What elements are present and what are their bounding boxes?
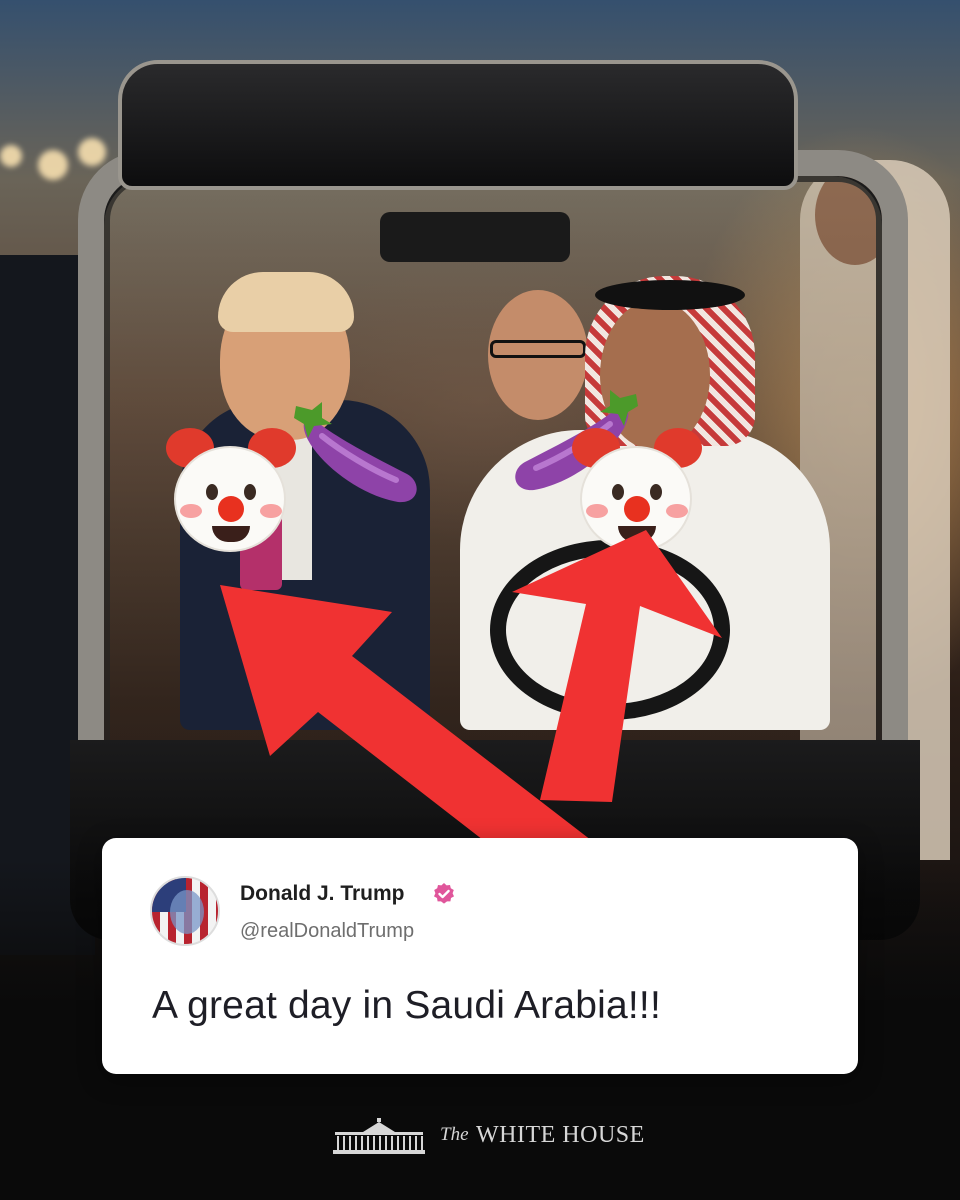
- tweet-author-handle: @realDonaldTrump: [240, 920, 415, 942]
- tweet-author-name: Donald J. Trump: [240, 882, 405, 905]
- brand-name: WHITE HOUSE: [476, 1122, 645, 1148]
- brand-prefix: The: [440, 1124, 469, 1145]
- white-house-logo-icon: [333, 1118, 425, 1154]
- verified-badge-icon: [434, 883, 454, 904]
- arrow-right-icon: [512, 530, 722, 802]
- meme-canvas: Donald J. Trump @realDonaldTrump A great…: [0, 0, 960, 1200]
- footer-brand: The WHITE HOUSE: [0, 1112, 960, 1162]
- avatar: [150, 876, 220, 946]
- tweet-text: A great day in Saudi Arabia!!!: [152, 984, 662, 1027]
- tweet-card: Donald J. Trump @realDonaldTrump A great…: [102, 838, 858, 1074]
